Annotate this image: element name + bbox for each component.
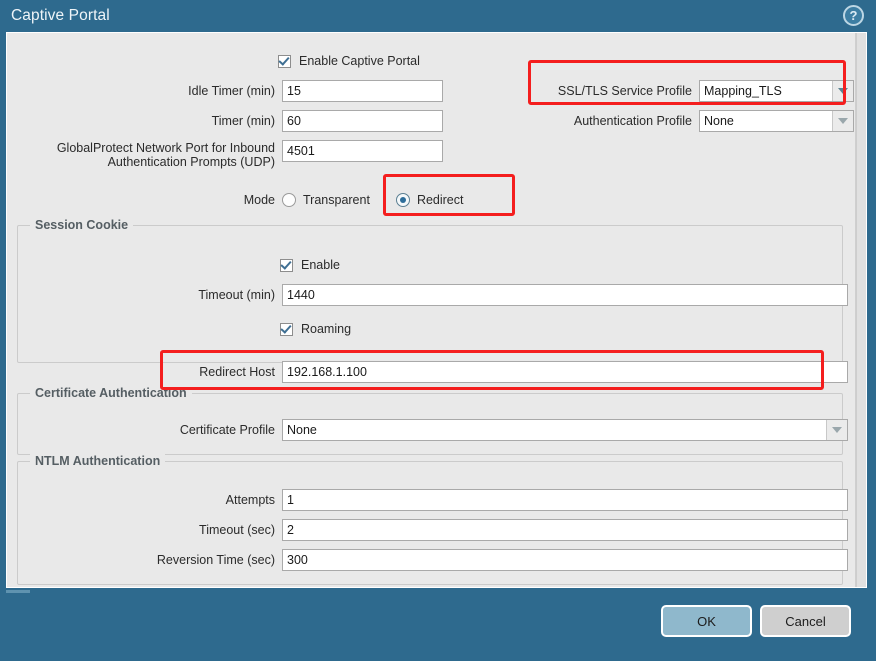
help-circle-icon[interactable]: ? <box>843 5 864 26</box>
dialog-footer: OK Cancel <box>0 590 876 661</box>
ssl-tls-service-profile-dropdown[interactable]: Mapping_TLS <box>699 80 854 102</box>
mode-radio-redirect-label: Redirect <box>416 193 464 207</box>
enable-captive-portal-label: Enable Captive Portal <box>299 54 420 68</box>
mode-radio-transparent[interactable] <box>282 193 296 207</box>
chevron-down-icon[interactable] <box>826 420 847 440</box>
mode-row: Mode Transparent Redirect <box>220 189 463 211</box>
redirect-host-input[interactable]: 192.168.1.100 <box>282 361 848 383</box>
mode-label: Mode <box>243 192 275 207</box>
ntlm-attempts-input[interactable]: 1 <box>282 489 848 511</box>
ntlm-reversion-time-input[interactable]: 300 <box>282 549 848 571</box>
ntlm-authentication-title: NTLM Authentication <box>30 454 166 468</box>
ntlm-timeout-label: Timeout (sec) <box>199 522 275 537</box>
ssl-tls-service-profile-label: SSL/TLS Service Profile <box>557 83 692 98</box>
globalprotect-port-label: GlobalProtect Network Port for Inbound A… <box>15 140 282 169</box>
authentication-profile-dropdown[interactable]: None <box>699 110 854 132</box>
redirect-host-row: Redirect Host 192.168.1.100 <box>55 361 848 383</box>
footer-accent-tab <box>6 590 30 593</box>
certificate-profile-value: None <box>287 423 317 437</box>
authentication-profile-label: Authentication Profile <box>573 113 692 128</box>
dialog-titlebar: Captive Portal ? <box>0 0 876 32</box>
panel-scroll-gutter[interactable] <box>856 33 866 587</box>
dialog-title: Captive Portal <box>11 7 110 24</box>
authentication-profile-value: None <box>704 114 734 128</box>
dialog-content-panel: Enable Captive Portal Idle Timer (min) 1… <box>6 32 867 588</box>
timer-label: Timer (min) <box>211 113 275 128</box>
globalprotect-port-label-line1: GlobalProtect Network Port for Inbound <box>56 141 275 155</box>
ntlm-timeout-row: Timeout (sec) 2 <box>55 519 848 541</box>
ssl-tls-service-profile-value: Mapping_TLS <box>704 84 782 98</box>
globalprotect-port-input[interactable]: 4501 <box>282 140 443 162</box>
session-cookie-enable-row[interactable]: Enable <box>280 254 340 276</box>
session-cookie-timeout-input[interactable]: 1440 <box>282 284 848 306</box>
session-cookie-roaming-checkbox[interactable] <box>280 322 293 336</box>
session-cookie-enable-checkbox[interactable] <box>280 258 293 272</box>
ssl-tls-service-profile-row: SSL/TLS Service Profile Mapping_TLS <box>535 80 854 102</box>
ok-button[interactable]: OK <box>661 605 752 637</box>
redirect-host-label: Redirect Host <box>199 364 275 379</box>
chevron-down-icon[interactable] <box>832 81 853 101</box>
session-cookie-timeout-label: Timeout (min) <box>198 287 275 302</box>
globalprotect-port-label-line2: Authentication Prompts (UDP) <box>107 155 275 169</box>
captive-portal-dialog: Captive Portal ? Enable Captive Portal I… <box>0 0 876 661</box>
ntlm-attempts-row: Attempts 1 <box>55 489 848 511</box>
globalprotect-port-row: GlobalProtect Network Port for Inbound A… <box>15 140 443 176</box>
captive-portal-form: Enable Captive Portal Idle Timer (min) 1… <box>7 33 856 587</box>
timer-input[interactable]: 60 <box>282 110 443 132</box>
idle-timer-input[interactable]: 15 <box>282 80 443 102</box>
cancel-button[interactable]: Cancel <box>760 605 851 637</box>
certificate-authentication-title: Certificate Authentication <box>30 386 192 400</box>
ntlm-attempts-label: Attempts <box>225 492 275 507</box>
idle-timer-row: Idle Timer (min) 15 <box>55 80 443 102</box>
session-cookie-enable-label: Enable <box>301 258 340 272</box>
mode-radio-redirect[interactable] <box>395 193 410 207</box>
timer-row: Timer (min) 60 <box>55 110 443 132</box>
authentication-profile-row: Authentication Profile None <box>535 110 854 132</box>
session-cookie-roaming-row[interactable]: Roaming <box>280 318 351 340</box>
certificate-profile-label: Certificate Profile <box>179 422 275 437</box>
ntlm-reversion-time-row: Reversion Time (sec) 300 <box>55 549 848 571</box>
session-cookie-roaming-label: Roaming <box>301 322 352 336</box>
ntlm-timeout-input[interactable]: 2 <box>282 519 848 541</box>
session-cookie-title: Session Cookie <box>30 218 134 232</box>
session-cookie-timeout-row: Timeout (min) 1440 <box>55 284 848 306</box>
certificate-profile-dropdown[interactable]: None <box>282 419 848 441</box>
enable-captive-portal-row[interactable]: Enable Captive Portal <box>278 50 420 72</box>
mode-radio-transparent-label: Transparent <box>303 193 370 207</box>
enable-captive-portal-checkbox[interactable] <box>278 54 291 68</box>
certificate-profile-row: Certificate Profile None <box>55 419 848 441</box>
ntlm-reversion-time-label: Reversion Time (sec) <box>156 552 275 567</box>
idle-timer-label: Idle Timer (min) <box>188 83 275 98</box>
chevron-down-icon[interactable] <box>832 111 853 131</box>
